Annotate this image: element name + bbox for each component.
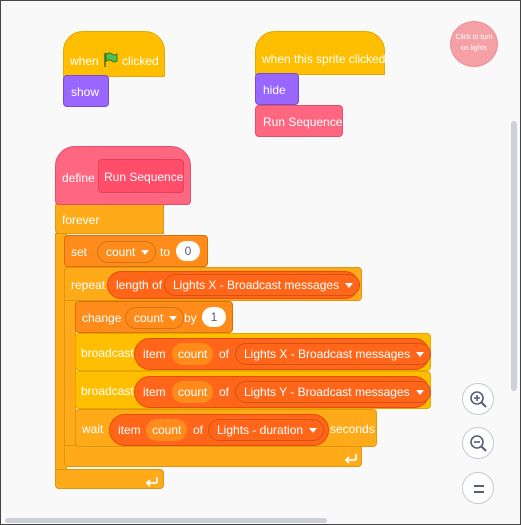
change-label: change: [82, 311, 122, 325]
change-value-input[interactable]: 1: [202, 307, 226, 327]
item-label-1: item: [143, 347, 166, 361]
broadcast-list-dropdown-1[interactable]: Lights X - Broadcast messages: [235, 343, 432, 365]
set-to-label: to: [160, 245, 171, 259]
vertical-scrollbar[interactable]: [511, 121, 517, 391]
wait-list-dropdown[interactable]: Lights - duration: [208, 419, 325, 441]
item-count-reporter-3[interactable]: count: [146, 419, 188, 441]
set-variable-block[interactable]: set count to 0: [64, 235, 208, 267]
horizontal-scrollbar[interactable]: [5, 518, 327, 523]
forever-block[interactable]: forever: [55, 202, 164, 234]
wait-block[interactable]: wait item count of Lights - duration sec…: [75, 409, 377, 447]
show-label: show: [71, 85, 100, 99]
hide-block[interactable]: hide: [255, 73, 299, 105]
show-block[interactable]: show: [63, 75, 109, 107]
loop-arrow-icon: [145, 473, 159, 492]
broadcast-list-name-1: Lights X - Broadcast messages: [244, 347, 411, 361]
set-var-name: count: [106, 245, 136, 259]
of-label-3: of: [193, 423, 204, 437]
seconds-label: seconds: [330, 422, 375, 436]
when-flag-clicked-block[interactable]: when clicked: [63, 31, 165, 77]
when-sprite-clicked-label: when this sprite clicked: [262, 52, 386, 66]
run-sequence-call-block[interactable]: Run Sequence: [255, 105, 343, 137]
code-area[interactable]: when clicked show when this sprite click…: [0, 0, 521, 525]
run-sequence-call-label: Run Sequence: [263, 115, 343, 129]
broadcast-block-1[interactable]: broadcast item count of Lights X - Broad…: [75, 333, 432, 371]
dropdown-arrow-icon: [416, 352, 425, 358]
define-block[interactable]: define Run Sequence: [55, 146, 191, 205]
repeat-list-dropdown[interactable]: Lights X - Broadcast messages: [164, 274, 361, 296]
zoom-in-button[interactable]: [462, 383, 494, 415]
hide-label: hide: [263, 83, 286, 97]
repeat-bottom: [64, 445, 362, 467]
length-of-label: length of: [116, 278, 163, 292]
repeat-list-name: Lights X - Broadcast messages: [173, 278, 340, 292]
when-sprite-clicked-block[interactable]: when this sprite clicked: [255, 31, 385, 75]
set-value-input[interactable]: 0: [176, 241, 200, 261]
broadcast-label-1: broadcast: [81, 346, 134, 360]
change-variable-block[interactable]: change count by 1: [75, 301, 233, 333]
zoom-out-button[interactable]: [462, 427, 494, 459]
forever-bottom: [55, 469, 164, 489]
define-label: define: [62, 171, 95, 185]
set-variable-dropdown[interactable]: count: [97, 241, 157, 263]
broadcast-label-2: broadcast: [81, 384, 134, 398]
define-prototype[interactable]: Run Sequence: [98, 159, 184, 193]
change-variable-dropdown[interactable]: count: [125, 307, 185, 329]
define-name-label: Run Sequence: [104, 170, 184, 184]
broadcast-list-name-2: Lights Y - Broadcast messages: [244, 385, 410, 399]
broadcast-block-2[interactable]: broadcast item count of Lights Y - Broad…: [75, 371, 431, 409]
when-label: when: [70, 54, 99, 68]
item-label-2: item: [143, 385, 166, 399]
of-label-2: of: [219, 385, 230, 399]
dropdown-arrow-icon: [141, 250, 150, 256]
broadcast-list-dropdown-2[interactable]: Lights Y - Broadcast messages: [235, 381, 431, 403]
item-label-3: item: [118, 423, 141, 437]
loop-arrow-icon: [344, 450, 358, 469]
wait-list-name: Lights - duration: [217, 423, 304, 437]
change-var-name: count: [134, 311, 164, 325]
dropdown-arrow-icon: [415, 390, 424, 396]
of-label-1: of: [219, 347, 230, 361]
dropdown-arrow-icon: [309, 428, 318, 434]
set-label: set: [71, 245, 88, 259]
change-by-label: by: [184, 311, 197, 325]
item-count-reporter-1[interactable]: count: [172, 343, 214, 365]
length-of-reporter[interactable]: length of Lights X - Broadcast messages: [107, 271, 361, 299]
item-of-reporter-1[interactable]: item count of Lights X - Broadcast messa…: [134, 338, 432, 370]
green-flag-icon: [102, 51, 120, 74]
forever-label: forever: [62, 213, 100, 227]
sprite-label: Click to turn on lights: [455, 34, 493, 52]
lights-sprite[interactable]: Click to turn on lights: [450, 21, 498, 67]
dropdown-arrow-icon: [345, 283, 354, 289]
repeat-block[interactable]: repeat length of Lights X - Broadcast me…: [64, 267, 362, 301]
dropdown-arrow-icon: [169, 316, 178, 322]
clicked-label: clicked: [122, 54, 159, 68]
item-of-reporter-3[interactable]: item count of Lights - duration: [109, 414, 329, 446]
item-count-reporter-2[interactable]: count: [172, 381, 214, 403]
zoom-reset-button[interactable]: [462, 472, 494, 504]
wait-label: wait: [82, 422, 104, 436]
repeat-label: repeat: [71, 278, 106, 292]
item-of-reporter-2[interactable]: item count of Lights Y - Broadcast messa…: [134, 376, 431, 408]
